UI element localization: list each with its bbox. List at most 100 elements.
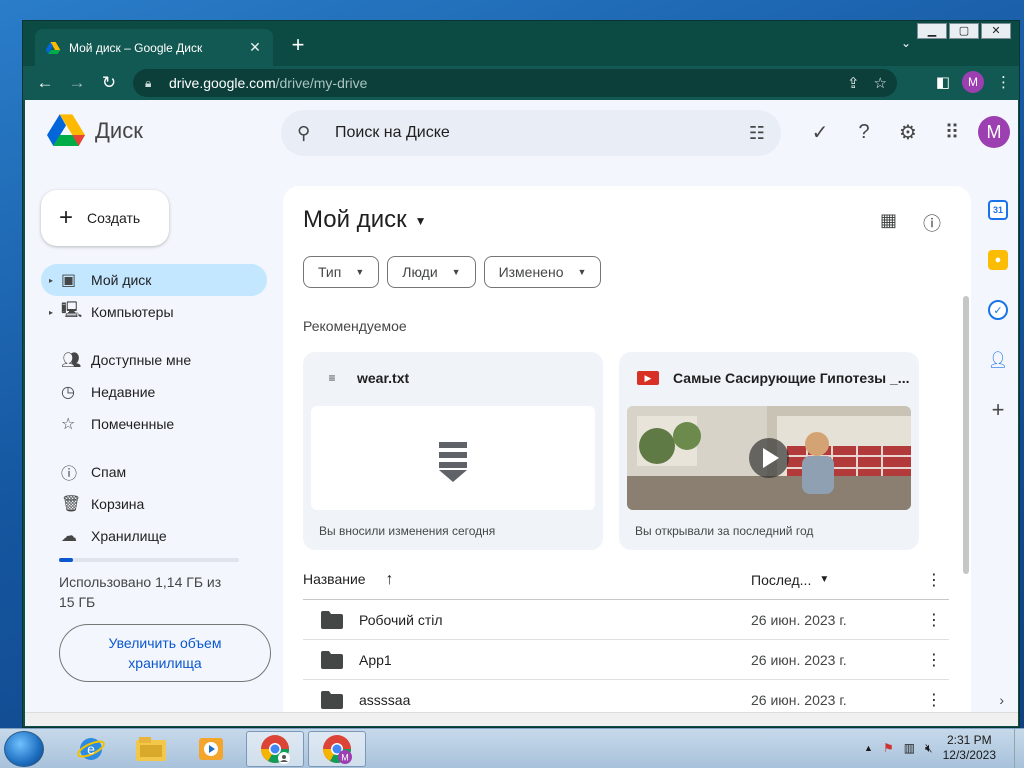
sidebar-item-spam[interactable]: ⓘ Спам [41,456,267,488]
close-window-button[interactable]: ✕ [981,23,1011,39]
row-more-icon[interactable]: ⋮ [919,690,949,710]
file-name: assssaa [359,691,411,708]
drive-logo[interactable]: Диск [47,114,143,148]
clock-icon: ◷ [61,384,75,401]
filter-type[interactable]: Тип ▼ [303,256,380,288]
app-name: Диск [95,118,143,143]
tab-search-icon[interactable]: ⌄ [901,36,911,50]
browser-toolbar: ← → ↻ 🔒︎ drive.google.com/drive/my-drive… [23,66,1019,100]
table-row[interactable]: assssaa 26 июн. 2023 г. ⋮ [303,680,949,712]
help-icon[interactable]: ? [842,114,886,150]
header-actions: ✓ ? ⚙ ⠿ M [798,114,1018,150]
apps-grid-icon[interactable]: ⠿ [930,114,974,150]
media-player-icon[interactable] [182,731,240,767]
contacts-icon[interactable]: 👤︎ [988,350,1008,370]
table-row[interactable]: App1 26 июн. 2023 г. ⋮ [303,640,949,680]
file-table-header: Название ↑ Послед... ▼ ⋮ [303,560,949,600]
suggested-card[interactable]: ≡ wear.txt Вы вносили изменения сегодня [303,352,603,550]
minimize-button[interactable]: ▁ [917,23,947,39]
sidebar-item-starred[interactable]: ☆ Помеченные [41,408,267,440]
tab-close-icon[interactable]: ✕ [247,39,263,56]
sidebar-nav: ▸ ▣ Мой диск ▸ 🖳︎ Компьютеры 👥︎ Доступны… [41,264,267,552]
tab-drive[interactable]: Мой диск – Google Диск ✕ [35,29,273,66]
tasks-icon[interactable]: ✓ [988,300,1008,320]
internet-explorer-icon[interactable]: e [62,731,120,767]
address-bar[interactable]: 🔒︎ drive.google.com/drive/my-drive ⇪ ☆ [133,69,897,97]
back-icon[interactable]: ← [29,73,61,93]
create-button[interactable]: + Создать [41,190,169,246]
maximize-button[interactable]: ▢ [949,23,979,39]
suggested-card[interactable]: ▶ Самые Сасирующие Гипотезы _... Вы откр… [619,352,919,550]
forward-icon[interactable]: → [61,73,93,93]
side-panel-icon[interactable]: ◧ [936,73,950,91]
settings-gear-icon[interactable]: ⚙ [886,114,930,150]
plus-icon: + [59,204,74,231]
share-icon[interactable]: ⇪ [847,74,860,92]
chevron-down-icon: ▼ [577,267,587,277]
horizontal-scrollbar[interactable] [25,712,1018,726]
account-avatar[interactable]: M [978,116,1010,148]
table-row[interactable]: Робочий стіл 26 июн. 2023 г. ⋮ [303,600,949,640]
expand-caret-icon[interactable]: ▸ [49,308,61,317]
row-more-icon[interactable]: ⋮ [919,650,949,670]
start-button[interactable] [4,731,44,767]
sidebar-item-my-drive[interactable]: ▸ ▣ Мой диск [41,264,267,296]
vertical-scrollbar[interactable] [963,296,969,574]
calendar-icon[interactable]: 31 [988,200,1008,220]
sidebar-item-trash[interactable]: 🗑︎ Корзина [41,488,267,520]
tab-bar: Мой диск – Google Диск ✕ + ⌄ ▁ ▢ ✕ [23,21,1019,66]
chip-label: Тип [318,264,342,280]
upgrade-storage-button[interactable]: Увеличить объем хранилища [59,624,271,682]
card-footer: Вы вносили изменения сегодня [319,524,496,538]
sidebar-item-storage[interactable]: ☁ Хранилище [41,520,267,552]
chrome-taskbar-icon[interactable] [246,731,304,767]
search-placeholder: Поиск на Диске [335,124,450,141]
lock-icon[interactable]: 🔒︎ [145,76,159,91]
clock[interactable]: 2:31 PM 12/3/2023 [943,733,996,763]
drive-icon: ▣ [61,272,77,289]
reload-icon[interactable]: ↻ [93,73,125,93]
sort-arrow-up-icon[interactable]: ↑ [385,571,393,588]
add-addon-icon[interactable]: + [988,397,1008,422]
more-options-icon[interactable]: ⋮ [919,570,949,590]
column-modified-label: Послед... [751,571,812,588]
video-preview-image [627,406,911,510]
details-info-icon[interactable]: ⓘ [923,210,941,236]
volume-muted-icon[interactable]: 🔇︎ [925,741,933,756]
search-icon[interactable]: ⚲ [297,123,317,144]
grid-view-icon[interactable]: ▦ [880,210,897,236]
file-thumbnail [311,406,595,510]
search-options-icon[interactable]: ☷ [749,123,765,144]
column-name[interactable]: Название ↑ [303,571,751,589]
page-title[interactable]: Мой диск ▼ [303,206,426,234]
row-more-icon[interactable]: ⋮ [919,610,949,630]
keep-icon[interactable]: ● [988,250,1008,270]
tray-expand-icon[interactable]: ▲ [864,743,873,753]
chrome-profile-taskbar-icon[interactable]: M [308,731,366,767]
column-modified[interactable]: Послед... ▼ [751,572,919,588]
menu-kebab-icon[interactable]: ⋮ [996,73,1011,91]
profile-avatar[interactable]: M [962,71,984,93]
sidebar-item-shared[interactable]: 👥︎ Доступные мне [41,344,267,376]
network-icon[interactable]: ▥ [904,741,915,755]
filter-modified[interactable]: Изменено ▼ [483,256,602,288]
drive-favicon-icon [45,41,61,54]
spam-icon: ⓘ [61,466,78,483]
sidebar-item-computers[interactable]: ▸ 🖳︎ Компьютеры [41,296,267,328]
search-box[interactable]: ⚲ Поиск на Диске ☷ [281,110,781,156]
offline-ready-icon[interactable]: ✓ [798,114,842,150]
view-actions: ▦ ⓘ [880,210,941,236]
explorer-folder-icon[interactable] [122,731,180,767]
bookmark-star-icon[interactable]: ☆ [874,74,887,92]
svg-text:e: e [87,741,95,757]
expand-caret-icon[interactable]: ▸ [49,276,61,285]
chevron-right-icon[interactable]: › [999,692,1004,708]
action-center-icon[interactable]: ⚑ [883,741,894,755]
sidebar-item-recent[interactable]: ◷ Недавние [41,376,267,408]
main-panel: Мой диск ▼ ▦ ⓘ Тип ▼ Люди ▼ Изменено ▼ Реком… [283,186,971,712]
filter-people[interactable]: Люди ▼ [387,256,476,288]
upgrade-label: Увеличить объем хранилища [108,635,222,671]
new-tab-button[interactable]: + [285,33,311,57]
storage-bar-fill [59,558,73,562]
show-desktop-button[interactable] [1014,729,1024,768]
